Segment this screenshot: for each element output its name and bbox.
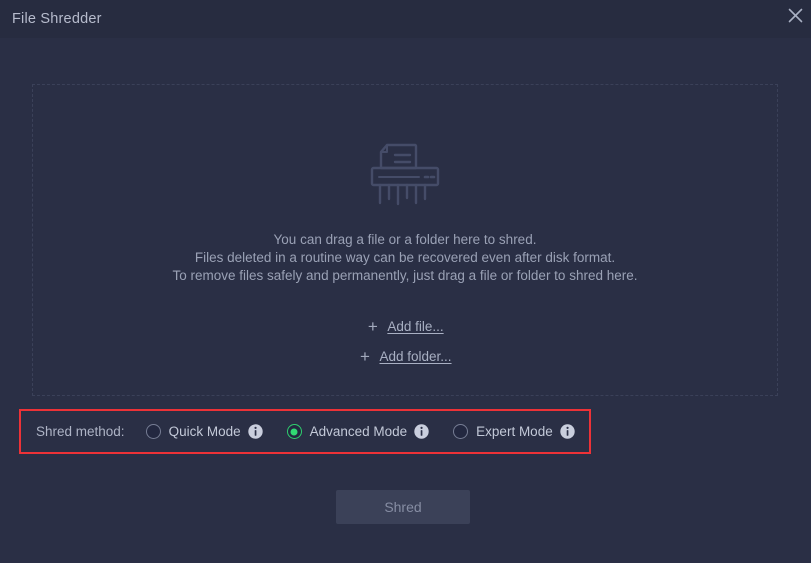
add-file-row[interactable]: + Add file... xyxy=(33,317,777,335)
radio-option-expert-mode[interactable]: Expert Mode xyxy=(453,424,575,439)
info-icon[interactable] xyxy=(247,424,263,439)
shred-method-row: Shred method: Quick Mode Advanced Mode E… xyxy=(21,411,589,452)
radio-button-advanced-mode[interactable] xyxy=(286,424,302,439)
description-line-3: To remove files safely and permanently, … xyxy=(172,267,638,283)
radio-label-advanced-mode: Advanced Mode xyxy=(309,424,408,439)
shred-button[interactable]: Shred xyxy=(336,490,470,524)
radio-option-quick-mode[interactable]: Quick Mode xyxy=(145,424,263,439)
window-title: File Shredder xyxy=(12,11,102,27)
add-folder-link[interactable]: Add folder... xyxy=(379,349,451,364)
dropzone-actions: + Add file... + Add folder... xyxy=(33,317,777,377)
radio-option-advanced-mode[interactable]: Advanced Mode xyxy=(286,424,430,439)
radio-button-quick-mode[interactable] xyxy=(145,424,161,439)
dropzone-description: You can drag a file or a folder here to … xyxy=(33,231,777,284)
radio-label-expert-mode: Expert Mode xyxy=(476,424,553,439)
add-folder-row[interactable]: + Add folder... xyxy=(33,347,777,365)
info-icon[interactable] xyxy=(560,424,575,439)
title-bar: File Shredder xyxy=(0,0,811,38)
shredder-icon xyxy=(367,141,443,207)
shred-method-label: Shred method: xyxy=(36,424,125,439)
description-line-1: You can drag a file or a folder here to … xyxy=(273,232,537,247)
description-line-2: Files deleted in a routine way can be re… xyxy=(194,249,616,265)
file-drop-zone[interactable]: You can drag a file or a folder here to … xyxy=(32,84,778,396)
shred-method-highlight: Shred method: Quick Mode Advanced Mode E… xyxy=(19,409,591,454)
radio-button-expert-mode[interactable] xyxy=(453,424,469,439)
close-button[interactable] xyxy=(782,2,809,29)
close-icon xyxy=(788,8,803,23)
radio-label-quick-mode: Quick Mode xyxy=(168,424,241,439)
add-file-link[interactable]: Add file... xyxy=(387,319,443,334)
info-icon[interactable] xyxy=(414,424,429,439)
plus-icon: + xyxy=(360,346,370,366)
plus-icon: + xyxy=(367,316,378,336)
